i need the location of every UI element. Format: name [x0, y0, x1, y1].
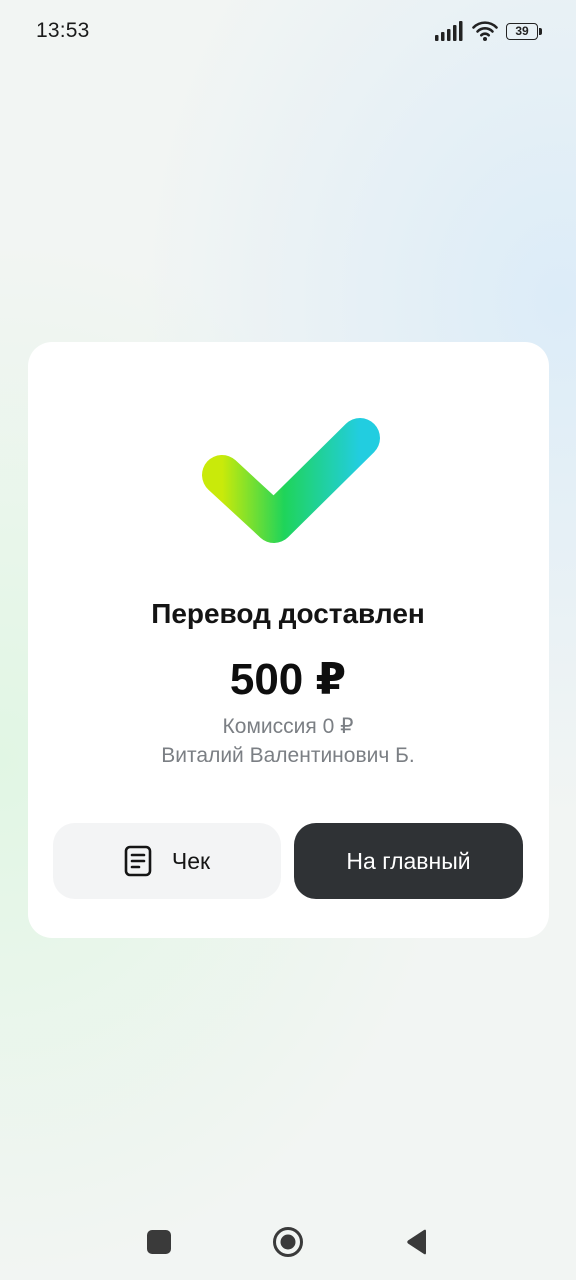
back-icon[interactable]	[405, 1228, 429, 1256]
go-home-button-label: На главный	[346, 847, 471, 874]
recipient-name: Виталий Валентинович Б.	[161, 744, 415, 767]
status-time: 13:53	[36, 19, 90, 42]
signal-icon	[435, 21, 463, 41]
status-icons: 39	[434, 18, 542, 44]
checkmark-icon	[202, 418, 380, 543]
commission-text: Комиссия 0 ₽	[222, 715, 354, 738]
go-home-button[interactable]: На главный	[294, 823, 523, 899]
receipt-button[interactable]: Чек	[53, 823, 281, 899]
recent-apps-icon[interactable]	[147, 1230, 171, 1254]
status-bar: 13:53 39	[0, 0, 576, 64]
battery-icon: 39	[506, 22, 542, 40]
battery-level: 39	[506, 22, 538, 40]
home-icon[interactable]	[272, 1226, 304, 1258]
receipt-button-label: Чек	[171, 847, 211, 874]
transfer-title: Перевод доставлен	[151, 598, 425, 629]
transfer-amount: 500 ₽	[229, 655, 347, 704]
receipt-icon	[124, 845, 152, 877]
wifi-icon	[472, 21, 498, 41]
